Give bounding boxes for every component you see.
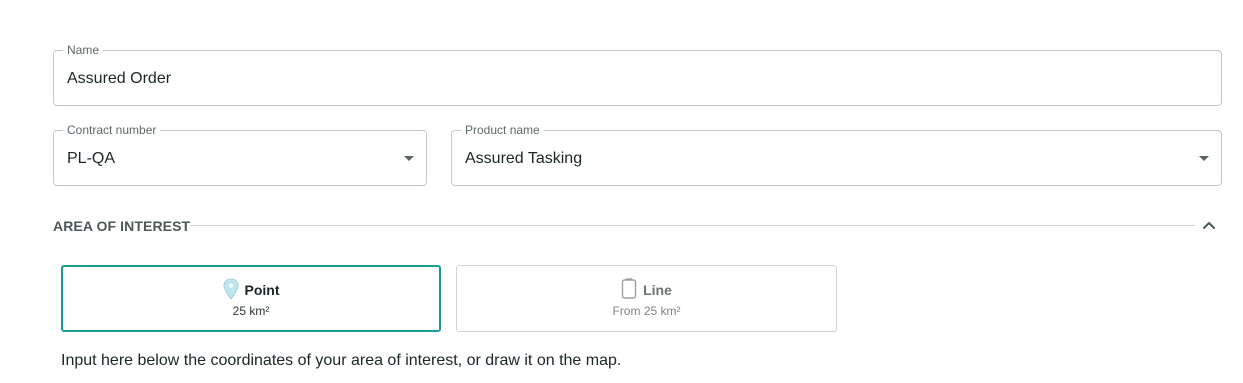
name-label: Name: [63, 43, 104, 57]
aoi-option-line[interactable]: Line From 25 km²: [456, 265, 837, 332]
contract-number-label: Contract number: [63, 123, 161, 137]
name-value[interactable]: Assured Order: [67, 69, 171, 89]
dropdown-caret-icon[interactable]: [404, 156, 414, 161]
aoi-option-title: Line: [643, 282, 672, 298]
dropdown-caret-icon[interactable]: [1199, 156, 1209, 161]
aoi-option-subtitle: 25 km²: [232, 304, 270, 318]
aoi-option-subtitle: From 25 km²: [612, 304, 681, 318]
product-name-select[interactable]: Product name Assured Tasking: [451, 123, 1222, 186]
order-form: Name Assured Order Contract number PL-QA…: [0, 0, 1243, 383]
collapse-button[interactable]: [1198, 215, 1220, 235]
aoi-option-title: Point: [244, 282, 280, 298]
section-divider: [191, 225, 1195, 226]
contract-number-select[interactable]: Contract number PL-QA: [53, 123, 427, 186]
polyline-icon: [621, 278, 637, 299]
chevron-up-icon: [1203, 222, 1215, 229]
name-field[interactable]: Name Assured Order: [53, 43, 1222, 106]
aoi-option-point[interactable]: Point 25 km²: [61, 265, 441, 332]
contract-number-value: PL-QA: [67, 150, 116, 167]
product-name-value: Assured Tasking: [465, 150, 583, 167]
map-pin-icon: [222, 278, 239, 301]
section-title-area-of-interest: AREA OF INTEREST: [53, 218, 191, 234]
product-name-label: Product name: [461, 123, 544, 137]
aoi-help-text: Input here below the coordinates of your…: [61, 352, 622, 369]
